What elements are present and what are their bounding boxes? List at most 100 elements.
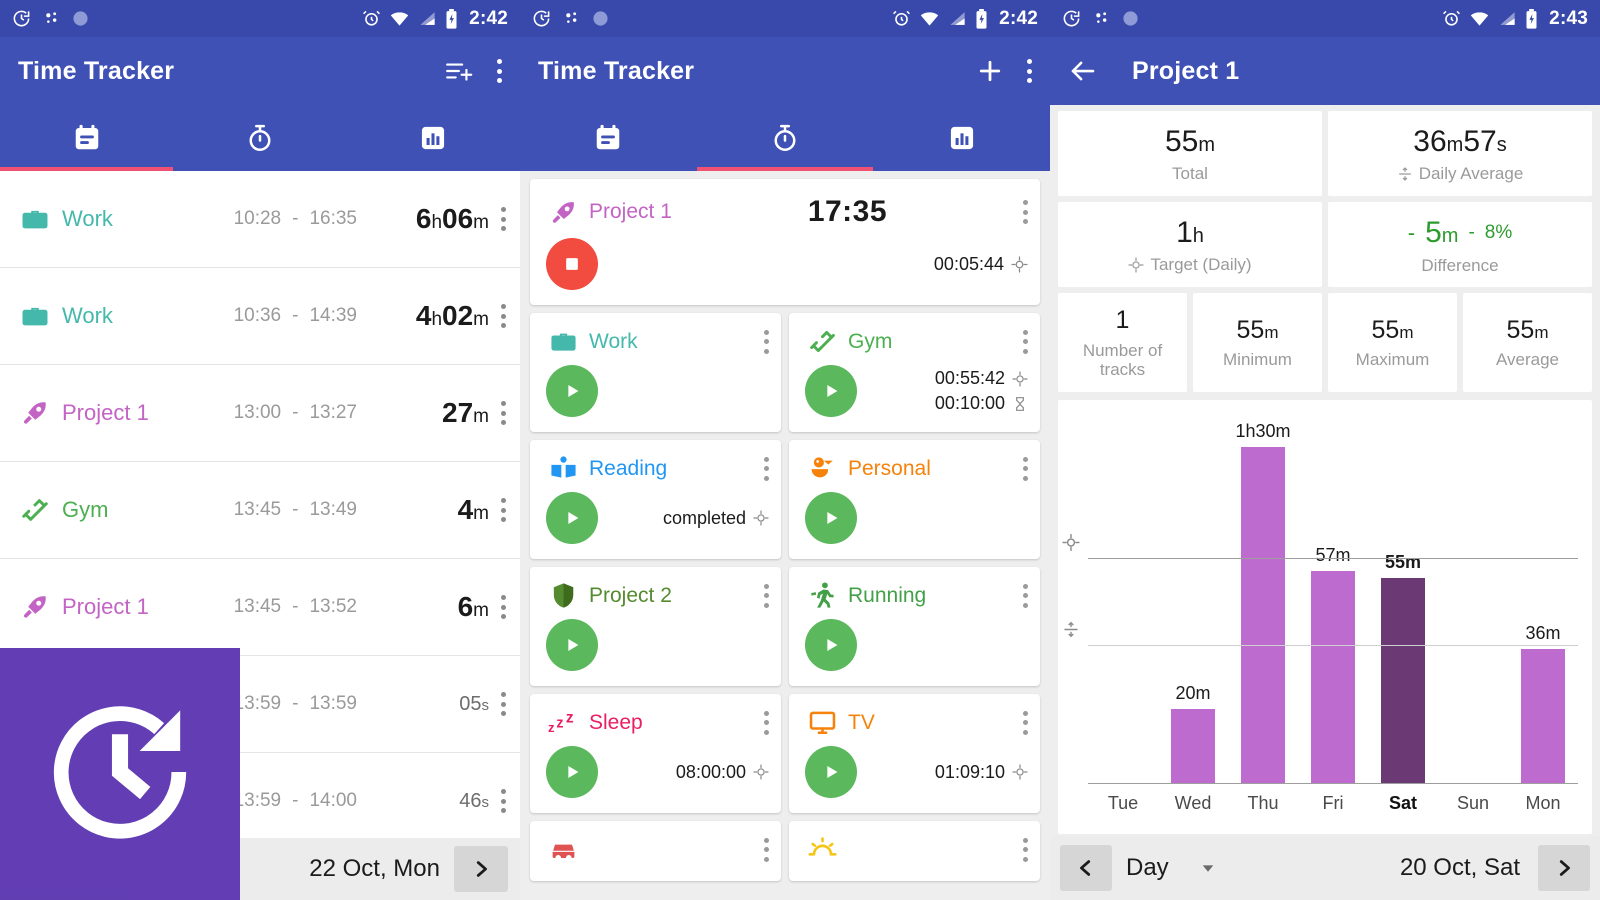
circle-icon <box>73 11 88 26</box>
table-row[interactable]: Gym 13:45 - 13:49 4m <box>0 462 520 559</box>
activity-card-menu-icon[interactable] <box>1023 837 1028 862</box>
status-bar: 2:42 <box>520 0 1050 37</box>
record-menu-icon[interactable] <box>501 595 506 619</box>
running-card-menu-icon[interactable] <box>1022 200 1028 224</box>
add-activity-icon[interactable] <box>975 56 1005 86</box>
tab-records[interactable] <box>520 105 697 171</box>
stat-card-target: 1h Target (Daily) <box>1058 201 1322 288</box>
status-bar-left-icons <box>12 9 89 28</box>
start-button[interactable] <box>546 365 598 417</box>
chart-average-line <box>1088 644 1578 646</box>
start-button[interactable] <box>546 619 598 671</box>
activity-card-menu-icon[interactable] <box>764 583 769 608</box>
chart-x-tick-label: Tue <box>1107 792 1139 813</box>
record-dash: - <box>292 499 299 520</box>
record-menu-icon[interactable] <box>501 789 506 813</box>
back-button[interactable] <box>1068 56 1098 86</box>
chart-bar-column[interactable]: 55m <box>1368 410 1438 784</box>
table-row[interactable]: Project 1 13:00 - 13:27 27m <box>0 365 520 462</box>
chevron-left-icon <box>1080 860 1091 876</box>
activity-card[interactable]: Gym 00:55:42 00:10:00 <box>789 313 1040 432</box>
start-button[interactable] <box>805 746 857 798</box>
chart-bar[interactable] <box>1381 578 1425 784</box>
battery-icon <box>1526 8 1537 29</box>
running-meta: 00:05:44 <box>934 254 1028 275</box>
dumbbell-icon <box>18 495 52 525</box>
tab-statistics[interactable] <box>347 105 520 171</box>
activity-card-menu-icon[interactable] <box>1023 456 1028 481</box>
record-time-range: 10:36 - 14:39 <box>234 305 357 327</box>
chart-bar-column[interactable]: 57m <box>1298 410 1368 784</box>
status-bar-left-icons <box>1062 9 1139 28</box>
table-row[interactable]: Work 10:28 - 16:35 6h06m <box>0 171 520 268</box>
chart-bar[interactable] <box>1241 447 1285 784</box>
record-duration: 46s <box>459 789 489 812</box>
start-button[interactable] <box>805 492 857 544</box>
activity-name: Running <box>848 583 927 607</box>
activity-card-menu-icon[interactable] <box>764 837 769 862</box>
record-menu-icon[interactable] <box>501 401 506 425</box>
chart-bar[interactable] <box>1311 570 1355 784</box>
overflow-menu-icon[interactable] <box>1027 59 1032 83</box>
stat-label: Average <box>1495 350 1559 370</box>
record-menu-icon[interactable] <box>501 498 506 522</box>
svg-text:z: z <box>548 720 555 735</box>
app-bar-records: Time Tracker <box>0 37 520 171</box>
rocket-icon <box>18 592 52 622</box>
activity-card-menu-icon[interactable] <box>764 456 769 481</box>
chart-bar-column[interactable]: 20m <box>1158 410 1228 784</box>
activity-card-menu-icon[interactable] <box>1023 583 1028 608</box>
record-end-time: 13:59 <box>309 693 357 714</box>
record-menu-icon[interactable] <box>501 304 506 328</box>
activity-card-menu-icon[interactable] <box>764 710 769 735</box>
add-record-icon[interactable] <box>445 58 475 84</box>
wifi-icon <box>1470 12 1489 26</box>
table-row[interactable]: Project 1 13:45 - 13:52 6m <box>0 559 520 656</box>
start-button[interactable] <box>805 619 857 671</box>
stat-value: 1h <box>1176 216 1204 250</box>
stop-button[interactable] <box>546 238 598 290</box>
overflow-menu-icon[interactable] <box>497 59 502 83</box>
chart-bar-value-label: 57m <box>1315 544 1351 565</box>
activity-card[interactable]: Running <box>789 567 1040 686</box>
chart-bar-column[interactable]: 1h30m <box>1228 410 1298 784</box>
previous-range-button[interactable] <box>1060 845 1112 891</box>
tab-bar-records <box>0 105 520 171</box>
activity-card[interactable]: zzz Sleep 08:00:00 <box>530 694 781 813</box>
next-day-button[interactable] <box>454 846 508 892</box>
activity-card-menu-icon[interactable] <box>1023 710 1028 735</box>
record-menu-icon[interactable] <box>501 692 506 716</box>
tab-records[interactable] <box>0 105 174 171</box>
start-button[interactable] <box>546 746 598 798</box>
chart-bar-column[interactable] <box>1088 410 1158 784</box>
record-menu-icon[interactable] <box>501 207 506 231</box>
tab-activities[interactable] <box>173 105 346 171</box>
activity-card[interactable]: Reading completed <box>530 440 781 559</box>
tab-activities[interactable] <box>696 105 874 171</box>
activity-card-partial[interactable] <box>530 821 781 881</box>
panel-statistics: 2:43 Project 1 55m Total 36m57s Daily Av… <box>1050 0 1600 900</box>
table-row[interactable]: Work 10:36 - 14:39 4h02m <box>0 268 520 365</box>
target-icon <box>1062 534 1080 557</box>
activity-card[interactable]: Personal <box>789 440 1040 559</box>
start-button[interactable] <box>546 492 598 544</box>
stat-value: 1 <box>1115 306 1130 335</box>
chart-bar-column[interactable] <box>1438 410 1508 784</box>
tab-statistics[interactable] <box>873 105 1050 171</box>
next-range-button[interactable] <box>1538 845 1590 891</box>
start-button[interactable] <box>805 365 857 417</box>
grouping-dropdown[interactable]: Day <box>1126 854 1217 882</box>
running-activity-card[interactable]: Project 1 17:35 00:05:44 <box>530 179 1040 305</box>
bar-chart-icon <box>950 126 973 150</box>
record-start-time: 10:28 <box>233 208 282 229</box>
chart-bar-column[interactable]: 36m <box>1508 410 1578 784</box>
activity-card[interactable]: Work <box>530 313 781 432</box>
activity-card-partial[interactable] <box>789 821 1040 881</box>
activity-card[interactable]: TV 01:09:10 <box>789 694 1040 813</box>
bar-chart[interactable]: 20m 1h30m 57m 55m 36m Tue Wed Thu Fri Sat Sun Mon <box>1058 399 1592 834</box>
activity-card[interactable]: Project 2 <box>530 567 781 686</box>
activity-card-menu-icon[interactable] <box>764 329 769 354</box>
activity-card-menu-icon[interactable] <box>1023 329 1028 354</box>
chart-bar[interactable] <box>1521 649 1565 784</box>
chart-bar[interactable] <box>1171 708 1215 784</box>
